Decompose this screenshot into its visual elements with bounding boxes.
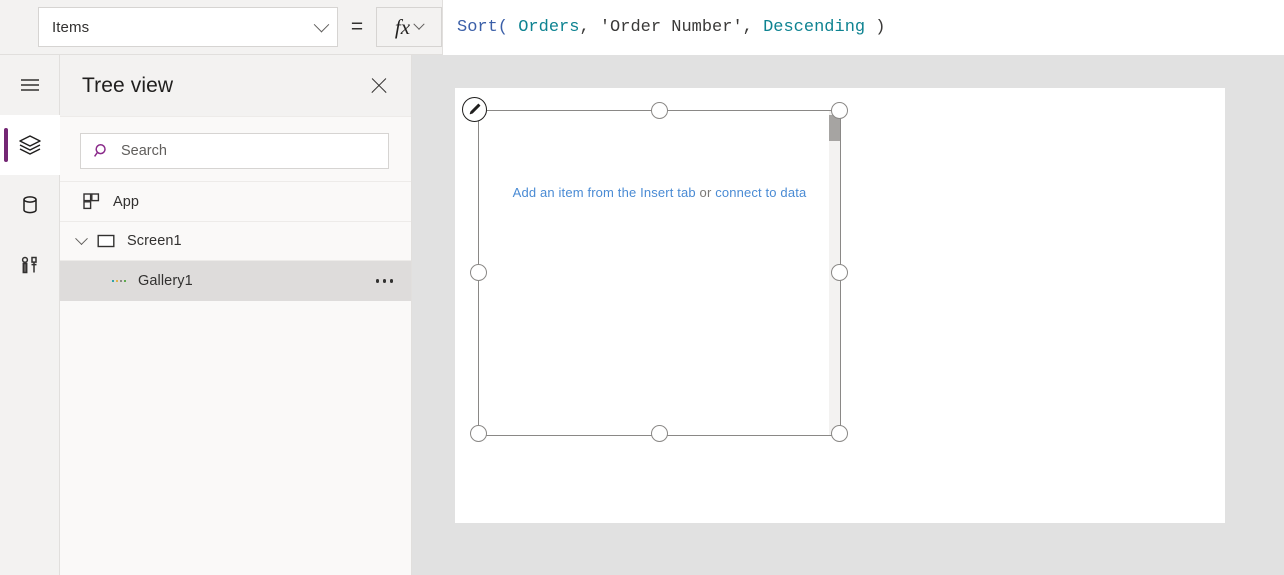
connect-to-data-link[interactable]: connect to data [715,185,806,200]
search-container [60,117,411,181]
chevron-down-icon [413,19,424,30]
pencil-glyph [467,102,482,117]
sidebar-item-gallery1[interactable]: Gallery1 [60,261,411,301]
edit-pencil-icon[interactable] [462,97,487,122]
formula-bar: Items = fx Sort( Orders, 'Order Number',… [0,0,1284,55]
tree-view-header: Tree view [60,55,411,117]
resize-handle-middle-left[interactable] [470,264,487,281]
sidebar-item-tree-view[interactable] [0,115,60,175]
resize-handle-top-center[interactable] [651,102,668,119]
hamburger-menu-glyph [17,72,43,98]
app-screen[interactable]: Add an item from the Insert tab or conne… [455,88,1225,523]
more-options-icon[interactable] [372,273,398,289]
chevron-down-icon[interactable] [70,221,92,261]
sidebar-item-label: Screen1 [127,233,397,249]
search-input[interactable] [121,143,376,159]
insert-tab-link[interactable]: Add an item from the Insert tab [513,185,696,200]
property-dropdown[interactable]: Items [38,7,338,47]
sidebar-item-media[interactable] [0,235,60,295]
equals-sign: = [338,15,376,39]
screen-icon [96,231,116,251]
layers-icon [17,132,43,158]
formula-text: Sort( Orders, 'Order Number', Descending… [457,18,886,37]
search-box[interactable] [80,133,389,169]
gallery-control[interactable]: Add an item from the Insert tab or conne… [478,110,841,436]
tree-view-panel: Tree view App [60,55,412,575]
resize-handle-bottom-center[interactable] [651,425,668,442]
property-dropdown-value: Items [52,19,316,36]
database-icon [17,192,43,218]
sidebar-item-app[interactable]: App [60,181,411,221]
close-icon[interactable] [365,72,393,100]
sidebar-item-data[interactable] [0,175,60,235]
page-title: Tree view [82,74,365,98]
formula-token-punc: , [743,18,763,37]
fx-icon: fx [395,17,410,38]
gallery-icon [112,280,126,282]
formula-token-function: Sort( [457,18,508,37]
resize-handle-bottom-right[interactable] [831,425,848,442]
gallery-placeholder: Add an item from the Insert tab or conne… [479,185,840,200]
resize-handle-middle-right[interactable] [831,264,848,281]
formula-token-punc: ) [865,18,885,37]
sidebar-item-screen1[interactable]: Screen1 [60,221,411,261]
fx-button[interactable]: fx [376,7,442,47]
resize-handle-bottom-left[interactable] [470,425,487,442]
formula-token-name: Descending [763,18,865,37]
sidebar-item-label: Gallery1 [138,273,372,289]
formula-token-plain [508,18,518,37]
app-icon [82,192,101,211]
sidebar-item-label: App [113,194,397,210]
left-icon-rail [0,55,60,575]
placeholder-or: or [696,185,715,200]
formula-input[interactable]: Sort( Orders, 'Order Number', Descending… [442,0,1284,55]
chevron-down-icon [314,16,330,32]
resize-handle-top-right[interactable] [831,102,848,119]
search-icon [93,142,111,160]
formula-token-string: 'Order Number' [600,18,743,37]
media-tools-icon [17,252,43,278]
formula-token-punc: , [579,18,599,37]
hamburger-menu-icon[interactable] [0,55,60,115]
canvas-area[interactable]: Add an item from the Insert tab or conne… [412,55,1284,575]
formula-token-name: Orders [518,18,579,37]
